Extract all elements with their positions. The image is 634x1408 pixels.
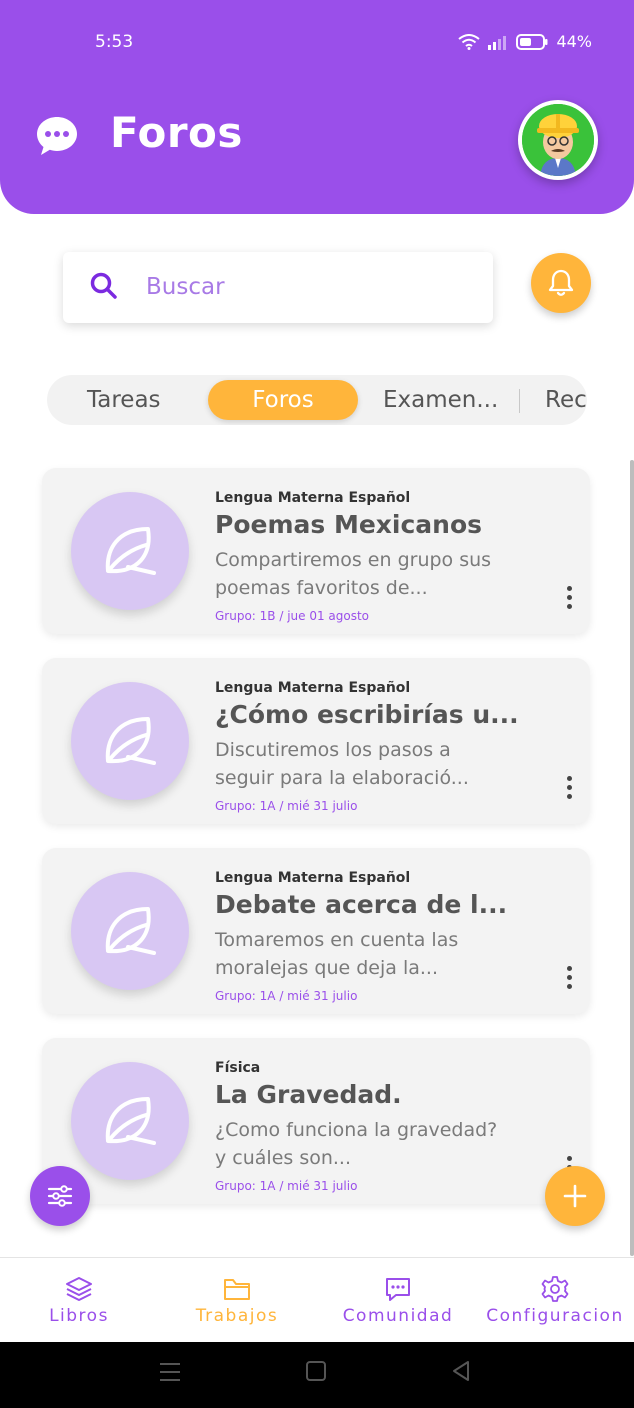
back-icon[interactable]: [450, 1360, 472, 1382]
tab-examenes[interactable]: Examen...: [383, 375, 498, 425]
chat-bubble-icon: [37, 117, 77, 155]
forum-subject: Física: [215, 1060, 261, 1076]
search-input[interactable]: [146, 270, 466, 304]
scrollbar[interactable]: [630, 460, 634, 1256]
bell-icon: [548, 269, 574, 296]
forum-thumbnail: [71, 682, 189, 800]
forum-thumbnail: [71, 1062, 189, 1180]
leaf-icon: [105, 1097, 156, 1145]
more-options-icon[interactable]: [559, 586, 579, 616]
bottom-navigation: Libros Trabajos Comunidad Configuracion: [0, 1257, 634, 1342]
forum-card[interactable]: Lengua Materna Español Debate acerca de …: [42, 848, 590, 1014]
forum-description: Tomaremos en cuenta las moralejas que de…: [215, 929, 459, 979]
forum-card[interactable]: Lengua Materna Español ¿Cómo escribirías…: [42, 658, 590, 824]
forum-subject: Lengua Materna Español: [215, 680, 411, 696]
forum-meta: Grupo: 1A / mié 31 julio: [215, 799, 358, 813]
nav-comunidad-label: Comunidad: [342, 1306, 454, 1326]
forum-title: La Gravedad.: [215, 1080, 402, 1109]
forum-meta: Grupo: 1A / mié 31 julio: [215, 989, 358, 1003]
forum-meta: Grupo: 1B / jue 01 agosto: [215, 609, 370, 623]
forum-thumbnail: [71, 872, 189, 990]
add-forum-button[interactable]: [545, 1166, 605, 1226]
search-icon: [90, 272, 117, 299]
gear-icon: [541, 1276, 569, 1302]
nav-libros[interactable]: Libros: [0, 1258, 158, 1343]
battery-icon: [516, 33, 548, 50]
notifications-button[interactable]: [531, 253, 591, 313]
forum-card[interactable]: Física La Gravedad. ¿Como funciona la gr…: [42, 1038, 590, 1204]
nav-trabajos-label: Trabajos: [195, 1306, 279, 1326]
wifi-icon: [458, 33, 481, 50]
home-icon[interactable]: [305, 1360, 327, 1382]
profile-avatar[interactable]: [518, 100, 598, 180]
recents-icon[interactable]: [158, 1361, 182, 1383]
leaf-icon: [105, 527, 156, 575]
category-tabs: Tareas Foros Examen... Rec: [47, 375, 587, 425]
nav-configuracion-label: Configuracion: [486, 1306, 624, 1326]
system-navigation-bar: [0, 1342, 634, 1408]
forum-subject: Lengua Materna Español: [215, 870, 411, 886]
forum-thumbnail: [71, 492, 189, 610]
filter-button[interactable]: [30, 1166, 90, 1226]
nav-comunidad[interactable]: Comunidad: [319, 1258, 477, 1343]
forum-subject: Lengua Materna Español: [215, 490, 411, 506]
forum-title: ¿Cómo escribirías u...: [215, 700, 519, 729]
page-title: Foros: [110, 108, 243, 157]
forum-description: ¿Como funciona la gravedad? y cuáles son…: [215, 1119, 498, 1169]
worker-avatar-icon: [522, 104, 594, 176]
status-time: 5:53: [95, 32, 134, 52]
app-header: 5:53 44% Foros: [0, 0, 634, 214]
forum-meta: Grupo: 1A / mié 31 julio: [215, 1179, 358, 1193]
more-options-icon[interactable]: [559, 776, 579, 806]
tab-divider: [519, 389, 520, 413]
tab-tareas[interactable]: Tareas: [87, 375, 161, 425]
status-icons: 44%: [458, 32, 592, 51]
signal-icon: [488, 35, 507, 50]
tab-foros[interactable]: Foros: [208, 380, 358, 420]
nav-libros-label: Libros: [49, 1306, 109, 1326]
plus-icon: [563, 1184, 587, 1208]
folder-icon: [224, 1279, 250, 1300]
forum-title: Debate acerca de l...: [215, 890, 508, 919]
battery-percentage: 44%: [556, 32, 592, 51]
forum-title: Poemas Mexicanos: [215, 510, 483, 539]
forum-description: Compartiremos en grupo sus poemas favori…: [215, 549, 492, 599]
leaf-icon: [105, 717, 156, 765]
sliders-icon: [47, 1185, 73, 1207]
forum-card[interactable]: Lengua Materna Español Poemas Mexicanos …: [42, 468, 590, 634]
tab-recursos[interactable]: Rec: [545, 375, 587, 425]
nav-configuracion[interactable]: Configuracion: [476, 1258, 634, 1343]
nav-trabajos[interactable]: Trabajos: [158, 1258, 316, 1343]
chat-icon: [386, 1278, 410, 1301]
layers-icon: [66, 1277, 92, 1301]
more-options-icon[interactable]: [559, 966, 579, 996]
leaf-icon: [105, 907, 156, 955]
forum-description: Discutiremos los pasos a seguir para la …: [215, 739, 469, 789]
